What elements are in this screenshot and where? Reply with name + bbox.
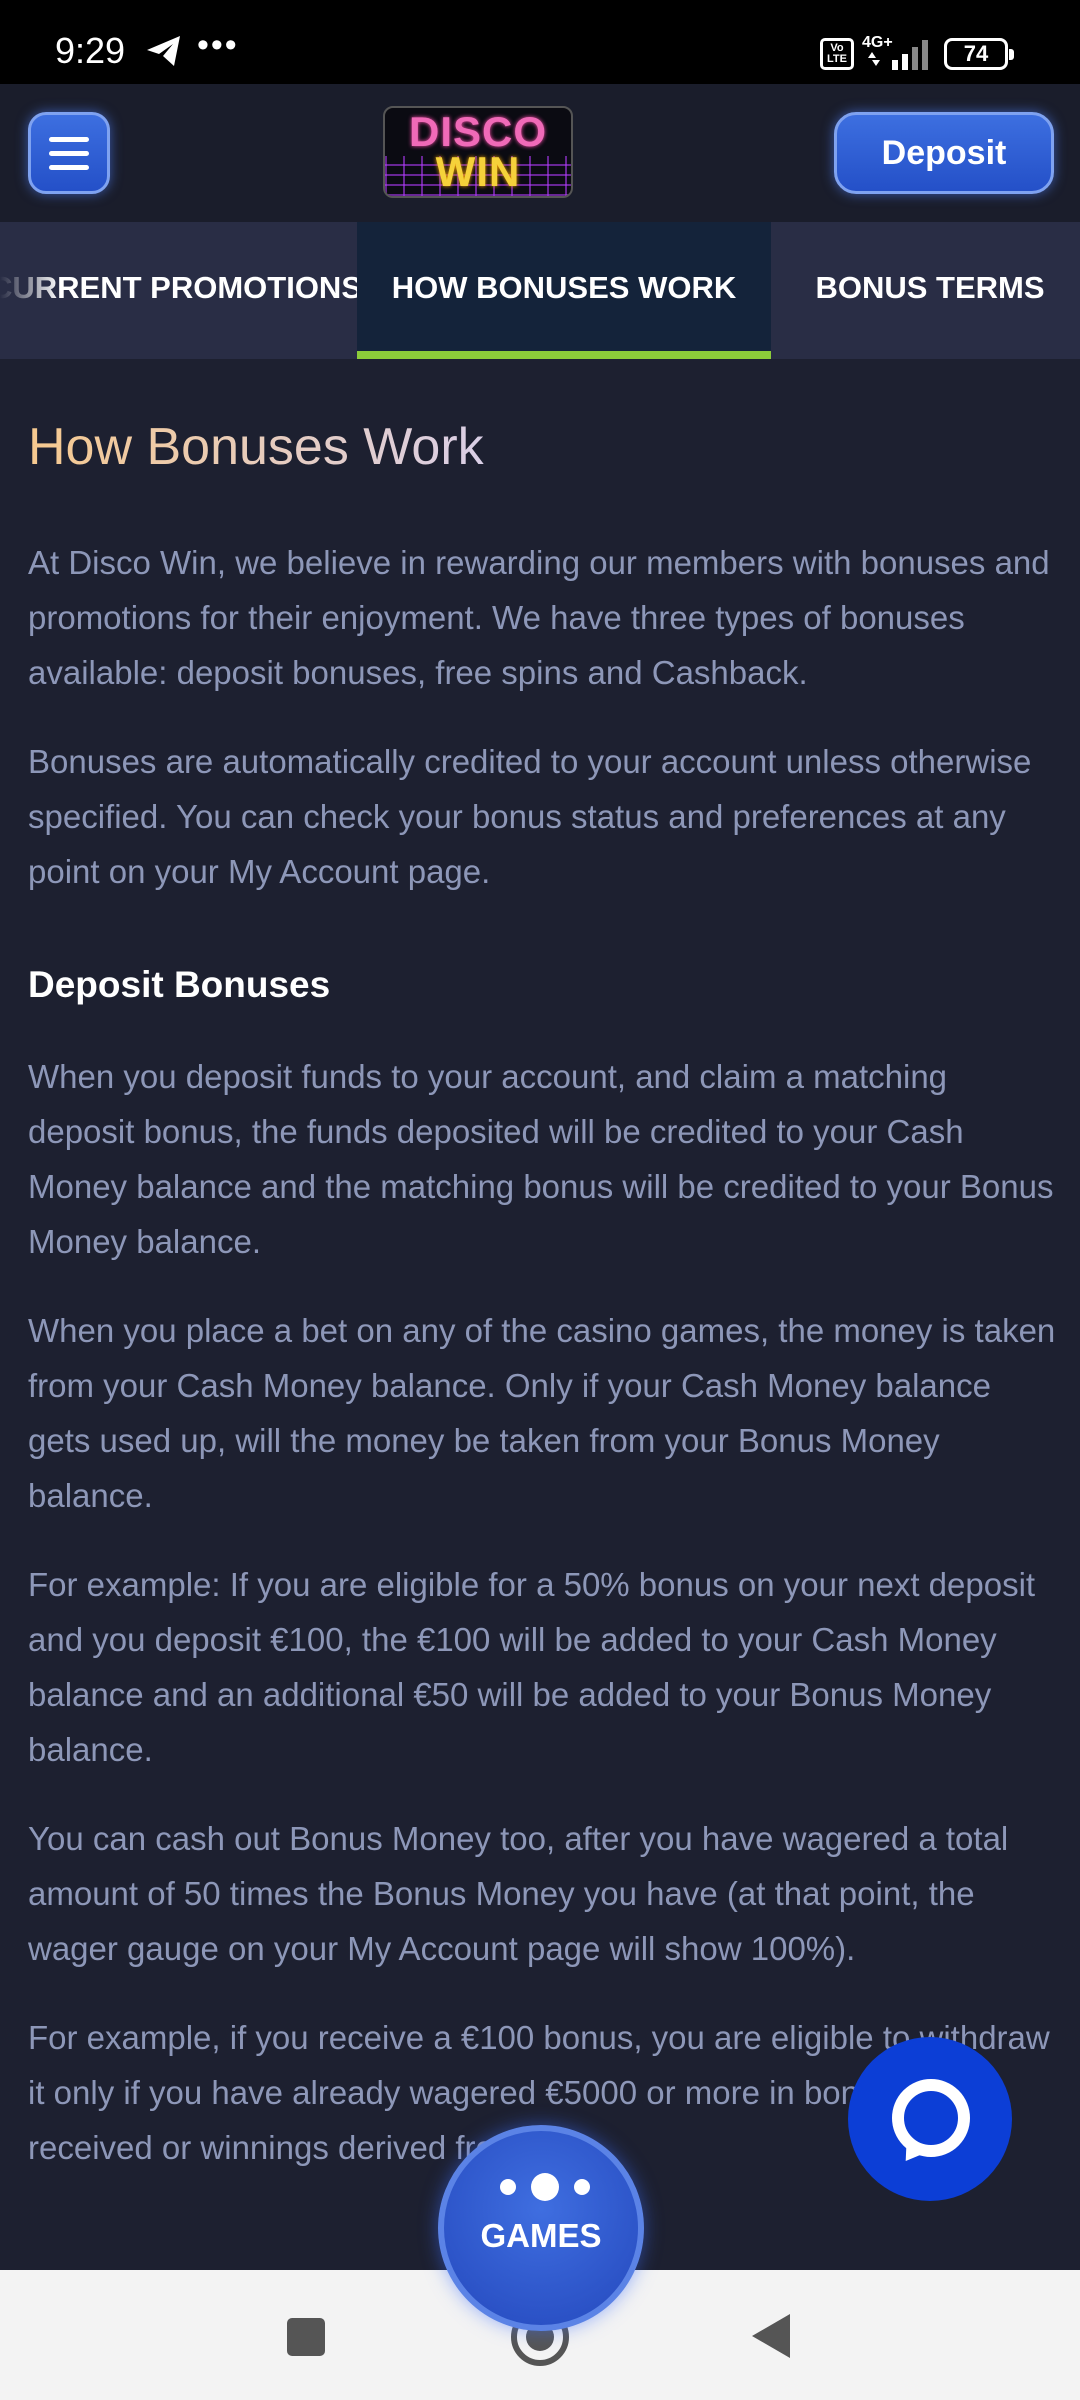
deposit-paragraph: For example: If you are eligible for a 5… [28, 1566, 1036, 1768]
deposit-bonuses-heading: Deposit Bonuses [28, 964, 331, 1005]
deposit-paragraph: When you deposit funds to your account, … [28, 1058, 1054, 1260]
logo-text-win: WIN [435, 148, 521, 195]
games-label: GAMES [480, 2217, 602, 2254]
status-time: 9:29 [55, 30, 126, 71]
main-content: How Bonuses Work At Disco Win, we believ… [28, 359, 1058, 2175]
back-icon[interactable] [752, 2314, 790, 2358]
games-button[interactable]: GAMES [438, 2125, 644, 2331]
hamburger-menu-button[interactable] [28, 112, 110, 194]
disco-win-logo[interactable]: DISCO WIN [383, 106, 573, 198]
more-notifications-icon: ••• [197, 26, 239, 64]
live-chat-button[interactable] [848, 2037, 1012, 2201]
status-bar: 9:29 ••• Vo LTE 4G+ 74 [0, 0, 1080, 84]
signal-strength-icon [868, 40, 928, 70]
tab-how-bonuses-work[interactable]: HOW BONUSES WORK [357, 222, 771, 359]
battery-icon: 74 [944, 38, 1014, 70]
hamburger-menu-icon [49, 137, 89, 142]
intro-paragraph: Bonuses are automatically credited to yo… [28, 743, 1032, 890]
tab-bonus-terms[interactable]: BONUS TERMS [790, 222, 1070, 359]
intro-paragraph: At Disco Win, we believe in rewarding ou… [28, 544, 1050, 691]
volte-icon: Vo LTE [820, 38, 854, 70]
deposit-button[interactable]: Deposit [834, 112, 1054, 194]
promotions-tab-bar: CURRENT PROMOTIONS HOW BONUSES WORK BONU… [0, 222, 1080, 359]
telegram-icon [147, 36, 180, 66]
deposit-paragraph: You can cash out Bonus Money too, after … [28, 1820, 1009, 1967]
logo-text-disco: DISCO [408, 108, 547, 155]
recent-apps-icon[interactable] [287, 2318, 325, 2356]
top-header: DISCO WIN Deposit [0, 84, 1080, 222]
deposit-paragraph: When you place a bet on any of the casin… [28, 1312, 1056, 1514]
page-title: How Bonuses Work [28, 417, 1058, 477]
dots-icon [500, 2171, 590, 2205]
